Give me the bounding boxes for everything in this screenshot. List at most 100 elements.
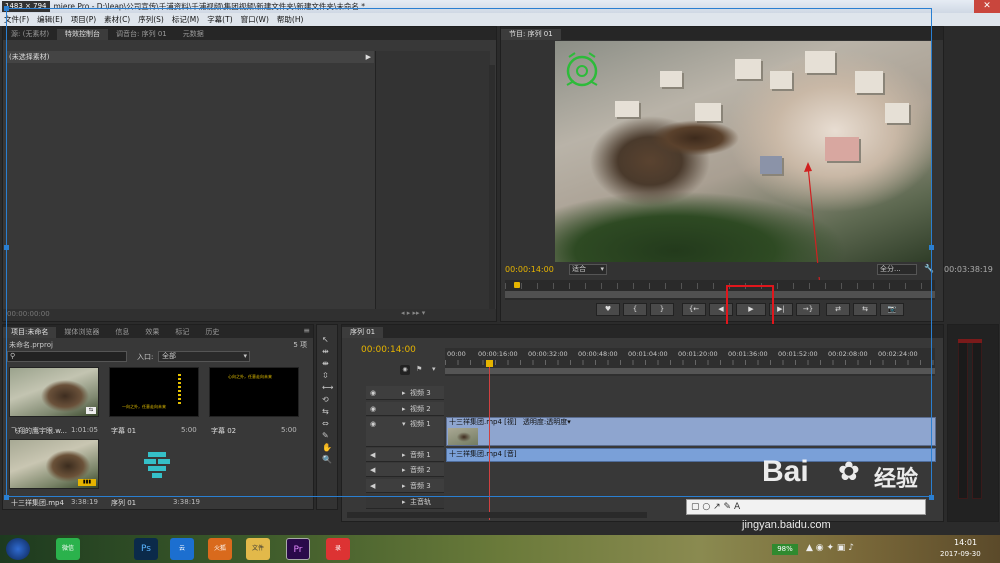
quality-select[interactable]: 全分... xyxy=(877,264,917,275)
selection-handle[interactable] xyxy=(929,245,934,250)
taskbar-app-recorder[interactable]: 录 xyxy=(326,538,350,560)
search-input[interactable] xyxy=(20,352,124,361)
pen-tool-icon[interactable]: ✎ xyxy=(322,431,329,440)
tab-program[interactable]: 节目: 序列 01 xyxy=(501,29,561,40)
menu-marker[interactable]: 标记(M) xyxy=(172,14,199,25)
source-vertical-scrollbar[interactable] xyxy=(489,65,495,309)
expand-arrow-icon[interactable]: ▶ xyxy=(366,51,371,63)
menu-sequence[interactable]: 序列(S) xyxy=(138,14,164,25)
timeline-timecode[interactable]: 00:00:14:00 xyxy=(361,345,416,355)
taskbar-app-premiere[interactable]: Pr xyxy=(286,538,310,560)
mark-out-button[interactable]: } xyxy=(650,303,674,316)
menu-window[interactable]: 窗口(W) xyxy=(241,14,269,25)
project-item-jituan-video[interactable]: ▮▮▮ xyxy=(9,439,99,489)
rect-tool-icon[interactable]: ▢ xyxy=(691,502,700,512)
clock-time[interactable]: 14:01 xyxy=(954,538,977,547)
video-clip[interactable]: 十三祥集团.mp4 [视] 透明度:透明度▾ xyxy=(446,417,936,446)
start-button[interactable] xyxy=(6,538,30,560)
taskbar-app-wechat[interactable]: 微信 xyxy=(56,538,80,560)
export-frame-button[interactable]: 📷 xyxy=(880,303,904,316)
menu-file[interactable]: 文件(F) xyxy=(4,14,29,25)
menu-clip[interactable]: 素材(C) xyxy=(104,14,130,25)
project-item-sequence-01[interactable] xyxy=(109,439,199,489)
expand-arrow-icon[interactable]: ▸ xyxy=(402,402,406,416)
menu-edit[interactable]: 编辑(E) xyxy=(37,14,63,25)
pen-tool-icon[interactable]: ✎ xyxy=(724,502,732,512)
expand-arrow-icon[interactable]: ▸ xyxy=(402,386,406,400)
program-scrub-bar[interactable] xyxy=(505,280,935,300)
add-marker-button[interactable]: ♥ xyxy=(596,303,620,316)
taskbar-app-explorer[interactable]: 文件 xyxy=(246,538,270,560)
tab-effects[interactable]: 效果 xyxy=(137,327,167,338)
track-select-tool-icon[interactable]: ⇹ xyxy=(322,347,329,356)
eye-icon[interactable]: ◉ xyxy=(370,417,376,431)
panel-menu-icon[interactable]: ≡ xyxy=(303,326,310,335)
rate-stretch-tool-icon[interactable]: ⟷ xyxy=(322,383,333,392)
snap-icon[interactable]: ◉ xyxy=(400,365,410,375)
razor-tool-icon[interactable]: ⟲ xyxy=(322,395,329,404)
bottom-icons[interactable]: ◂ ▸ ▸▸ ▾ xyxy=(401,309,425,317)
speaker-icon[interactable]: ◀ xyxy=(370,448,375,462)
expand-arrow-icon[interactable]: ▸ xyxy=(402,448,406,462)
taskbar-app-firefox[interactable]: 火狐 xyxy=(208,538,232,560)
speaker-icon[interactable]: ◀ xyxy=(370,479,375,493)
tab-sequence-01[interactable]: 序列 01 xyxy=(342,327,384,338)
taskbar-app-cloud[interactable]: 云 xyxy=(170,538,194,560)
tab-media-browser[interactable]: 媒体浏览器 xyxy=(56,327,107,338)
tab-effect-controls[interactable]: 特效控制台 xyxy=(57,29,109,40)
hand-tool-icon[interactable]: ✋ xyxy=(322,443,332,452)
tab-metadata[interactable]: 元数据 xyxy=(175,29,212,40)
tray-icons[interactable]: ▲ ◉ ✦ ▣ ♪ xyxy=(806,543,854,553)
go-to-out-button[interactable]: →} xyxy=(796,303,820,316)
selection-handle[interactable] xyxy=(4,6,9,11)
program-current-timecode[interactable]: 00:00:14:00 xyxy=(505,265,554,274)
clock-date[interactable]: 2017-09-30 xyxy=(940,550,981,558)
add-marker-icon[interactable]: ▾ xyxy=(432,365,436,373)
tab-history[interactable]: 历史 xyxy=(197,327,227,338)
playhead-handle[interactable] xyxy=(486,360,493,367)
expand-arrow-icon[interactable]: ▸ xyxy=(402,479,406,493)
battery-indicator[interactable]: 98% xyxy=(772,544,798,555)
project-item-title-01[interactable]: 一向之外，任意走向未来 xyxy=(109,367,199,417)
tab-source[interactable]: 源: (无素材) xyxy=(3,29,57,40)
selection-handle[interactable] xyxy=(4,245,9,250)
playhead-marker[interactable] xyxy=(514,282,520,288)
slip-tool-icon[interactable]: ⇆ xyxy=(322,407,329,416)
in-point-select[interactable]: 全部 ▾ xyxy=(158,351,250,362)
lift-button[interactable]: ⇄ xyxy=(826,303,850,316)
tab-project[interactable]: 项目:未命名 xyxy=(3,327,57,338)
menu-title[interactable]: 字幕(T) xyxy=(207,14,232,25)
taskbar-app-photoshop[interactable]: Ps xyxy=(134,538,158,560)
tab-audio-mixer[interactable]: 调音台: 序列 01 xyxy=(108,29,175,40)
timeline-scrollbar[interactable] xyxy=(347,512,647,518)
eye-icon[interactable]: ◉ xyxy=(370,402,376,416)
expand-arrow-icon[interactable]: ▾ xyxy=(402,417,406,431)
menu-help[interactable]: 帮助(H) xyxy=(277,14,304,25)
timeline-playhead[interactable] xyxy=(489,360,490,520)
selection-tool-icon[interactable]: ↖ xyxy=(322,335,329,344)
mark-in-button[interactable]: { xyxy=(623,303,647,316)
speaker-icon[interactable]: ◀ xyxy=(370,463,375,477)
extract-button[interactable]: ⇆ xyxy=(853,303,877,316)
work-area-bar[interactable] xyxy=(445,368,935,374)
zoom-tool-icon[interactable]: 🔍 xyxy=(322,455,332,464)
ellipse-tool-icon[interactable]: ○ xyxy=(702,502,710,512)
arrow-tool-icon[interactable]: ↗ xyxy=(713,502,721,512)
text-tool-icon[interactable]: A xyxy=(734,502,740,512)
project-item-eagle-video[interactable]: ⇆ xyxy=(9,367,99,417)
wrench-icon[interactable]: 🔧 xyxy=(924,264,934,273)
project-search[interactable]: ⚲ xyxy=(7,351,127,362)
tab-info[interactable]: 信息 xyxy=(107,327,137,338)
expand-arrow-icon[interactable]: ▸ xyxy=(402,495,406,509)
menu-project[interactable]: 项目(P) xyxy=(71,14,96,25)
fit-select[interactable]: 适合 ▾ xyxy=(569,264,607,275)
rolling-edit-tool-icon[interactable]: ⇳ xyxy=(322,371,329,380)
eye-icon[interactable]: ◉ xyxy=(370,386,376,400)
selection-handle[interactable] xyxy=(4,495,9,500)
ripple-edit-tool-icon[interactable]: ⇼ xyxy=(322,359,329,368)
expand-arrow-icon[interactable]: ▸ xyxy=(402,463,406,477)
tab-markers[interactable]: 标记 xyxy=(167,327,197,338)
window-close-button[interactable]: ✕ xyxy=(974,0,1000,13)
opacity-label[interactable]: 透明度:透明度▾ xyxy=(523,418,571,426)
go-to-in-button[interactable]: {← xyxy=(682,303,706,316)
